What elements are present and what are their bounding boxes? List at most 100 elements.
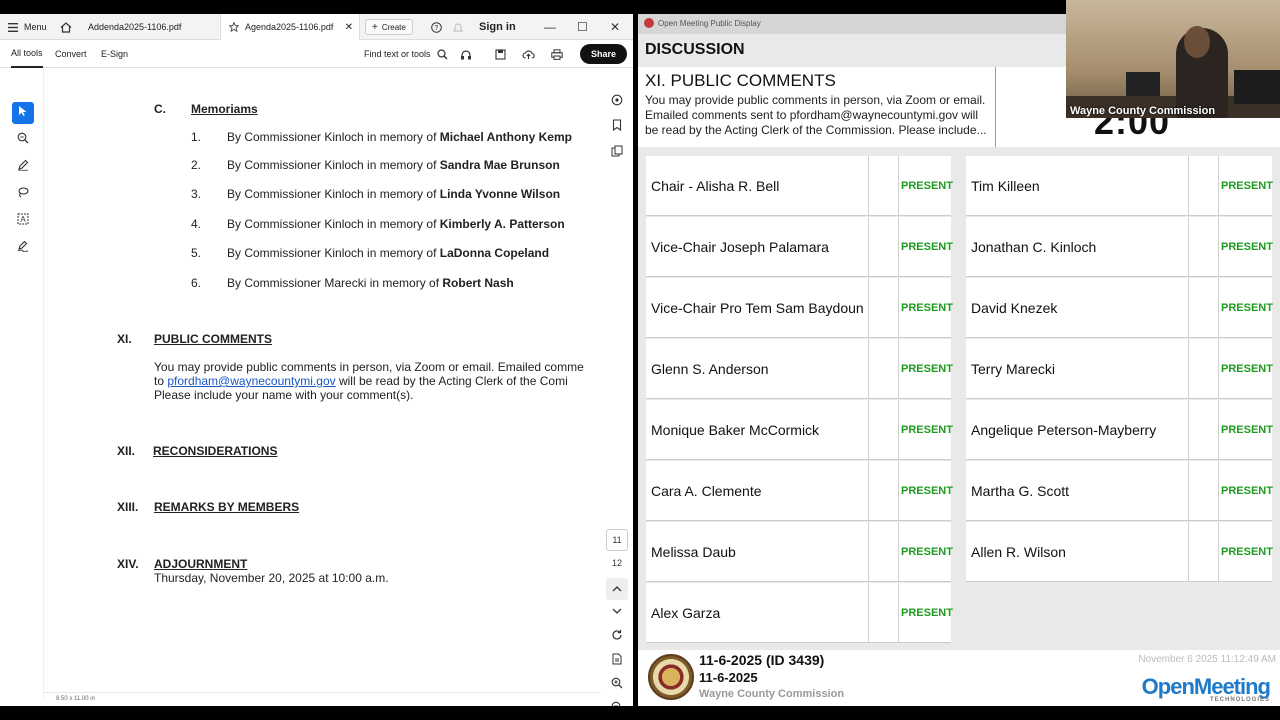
page-up-button[interactable]: [606, 578, 628, 600]
copy-pages-icon: [611, 145, 623, 159]
column-divider: [1218, 461, 1219, 521]
create-button[interactable]: + Create: [365, 19, 413, 35]
memoriam-name: LaDonna Copeland: [439, 246, 550, 260]
tab-agenda[interactable]: Agenda2025-1106.pdf ✕: [220, 14, 360, 40]
home-button[interactable]: [60, 14, 72, 40]
meeting-id: 11-6-2025 (ID 3439): [699, 652, 825, 668]
memoriam-number: 2.: [191, 158, 202, 172]
roll-call-row: Monique Baker McCormick PRESENT: [646, 400, 953, 460]
column-divider: [868, 156, 869, 216]
right-tool-rail: 11 12: [601, 68, 633, 706]
roll-call-row: Melissa Daub PRESENT: [646, 522, 953, 582]
sign-in-button[interactable]: Sign in: [479, 14, 516, 40]
pages-button[interactable]: [606, 141, 628, 163]
zoom-in-button[interactable]: [606, 673, 628, 695]
memoriam-prefix: By Commissioner Kinloch in memory of: [227, 187, 437, 201]
convert-tab[interactable]: Convert: [55, 40, 87, 68]
column-divider: [1218, 217, 1219, 277]
member-name: Vice-Chair Joseph Palamara: [651, 239, 829, 255]
rotate-button[interactable]: [606, 625, 628, 647]
print-button[interactable]: [551, 40, 563, 68]
menu-button[interactable]: Menu: [8, 14, 47, 40]
monitor-shape: [1234, 70, 1280, 104]
hamburger-icon: [8, 22, 18, 32]
public-comments-text: to pfordham@waynecountymi.gov will be re…: [154, 374, 568, 388]
column-divider: [898, 217, 899, 277]
section-xi-title: PUBLIC COMMENTS: [154, 332, 272, 346]
bookmark-button[interactable]: [606, 115, 628, 137]
text-to: to: [154, 374, 165, 388]
select-tool-button[interactable]: [12, 102, 34, 124]
page-number-next[interactable]: 12: [606, 552, 628, 574]
page-info-button[interactable]: [606, 649, 628, 671]
left-tool-rail: A: [0, 68, 44, 698]
memoriam-name: Michael Anthony Kemp: [439, 130, 572, 144]
title-bar: Menu Addenda2025-1106.pdf Agenda2025-110…: [0, 14, 633, 40]
column-divider: [898, 156, 899, 216]
meeting-footer: 11-6-2025 (ID 3439) 11-6-2025 Wayne Coun…: [638, 650, 1280, 706]
section-xiv-number: XIV.: [117, 557, 139, 571]
page-size-label: 8.50 x 11.00 in: [56, 696, 95, 702]
roll-call-row: Cara A. Clemente PRESENT: [646, 461, 953, 521]
column-divider: [1188, 278, 1189, 338]
document-page: C. Memoriams 1. By Commissioner Kinloch …: [48, 74, 593, 698]
memoriam-number: 4.: [191, 217, 202, 231]
tab-addenda[interactable]: Addenda2025-1106.pdf: [78, 14, 220, 40]
meeting-date: 11-6-2025: [699, 670, 758, 685]
chevron-down-icon: [612, 606, 622, 616]
roll-call-row: Chair - Alisha R. Bell PRESENT: [646, 156, 953, 216]
member-name: David Knezek: [971, 300, 1058, 316]
status-badge: PRESENT: [901, 424, 953, 436]
member-name: Angelique Peterson-Mayberry: [971, 422, 1157, 438]
roll-call-row: Jonathan C. Kinloch PRESENT: [966, 217, 1273, 277]
draw-tool-button[interactable]: [12, 156, 34, 178]
minimize-button[interactable]: —: [544, 14, 556, 40]
read-aloud-button[interactable]: [460, 40, 472, 68]
column-divider: [1188, 339, 1189, 399]
email-link[interactable]: pfordham@waynecountymi.gov: [167, 374, 335, 388]
maximize-icon: ☐: [577, 20, 588, 34]
notifications-button[interactable]: [453, 14, 463, 40]
esign-tab[interactable]: E-Sign: [101, 40, 128, 68]
sign-tool-button[interactable]: [12, 237, 34, 259]
chevron-up-icon: [612, 584, 622, 594]
memoriam-name: Sandra Mae Brunson: [439, 158, 560, 172]
memoriam-line: By Commissioner Marecki in memory of Rob…: [227, 276, 514, 290]
bell-icon: [453, 22, 463, 33]
roll-call-row: Alex Garza PRESENT: [646, 583, 953, 643]
tab-label: Addenda2025-1106.pdf: [88, 22, 182, 32]
close-window-button[interactable]: ✕: [610, 14, 620, 40]
maximize-button[interactable]: ☐: [577, 14, 588, 40]
current-datetime: November 6 2025 11:12:49 AM: [1138, 654, 1276, 665]
share-button[interactable]: Share: [580, 44, 628, 64]
zoom-out-button[interactable]: [606, 697, 628, 706]
upload-button[interactable]: [522, 40, 535, 68]
memoriam-line: By Commissioner Kinloch in memory of Mic…: [227, 130, 572, 144]
zoom-tool-button[interactable]: [12, 129, 34, 151]
lasso-tool-button[interactable]: [12, 183, 34, 205]
column-divider: [898, 339, 899, 399]
roll-call-row: David Knezek PRESENT: [966, 278, 1273, 338]
find-text-button[interactable]: Find text or tools: [364, 40, 448, 68]
find-label: Find text or tools: [364, 49, 431, 59]
comment-button[interactable]: [606, 90, 628, 112]
status-badge: PRESENT: [1221, 546, 1273, 558]
page-number-current[interactable]: 11: [606, 529, 628, 551]
column-divider: [1218, 156, 1219, 216]
member-name: Melissa Daub: [651, 544, 736, 560]
webcam-feed: Wayne County Commission: [1066, 0, 1280, 118]
app-logo-icon: [644, 18, 654, 28]
column-divider: [1218, 278, 1219, 338]
help-button[interactable]: ?: [431, 14, 442, 40]
section-xiii-number: XIII.: [117, 500, 139, 514]
all-tools-tab[interactable]: All tools: [11, 40, 43, 68]
member-name: Jonathan C. Kinloch: [971, 239, 1097, 255]
status-badge: PRESENT: [901, 180, 953, 192]
column-divider: [868, 461, 869, 521]
page-down-button[interactable]: [606, 600, 628, 622]
save-button[interactable]: [495, 40, 506, 68]
section-xii-number: XII.: [117, 444, 136, 458]
text-tool-button[interactable]: A: [12, 210, 34, 232]
member-name: Vice-Chair Pro Tem Sam Baydoun: [651, 300, 864, 316]
close-tab-icon[interactable]: ✕: [345, 22, 353, 33]
